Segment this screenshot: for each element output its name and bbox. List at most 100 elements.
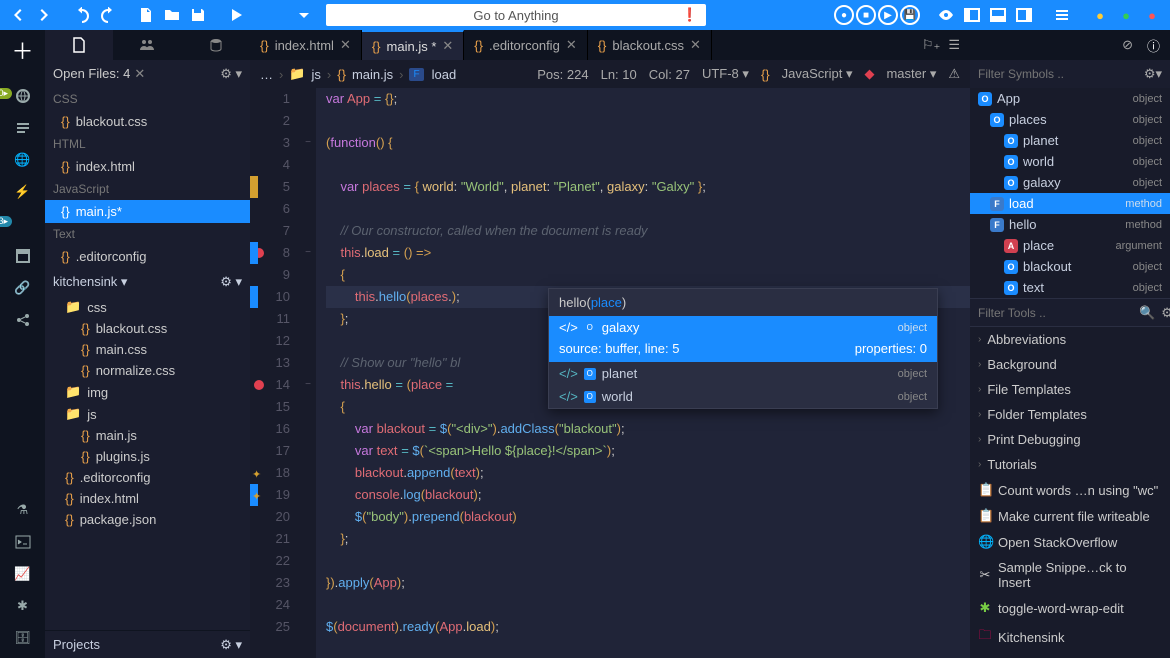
symbol-item[interactable]: Oblackoutobject xyxy=(970,256,1170,277)
undo-button[interactable] xyxy=(70,3,94,27)
symbol-item[interactable]: Oworldobject xyxy=(970,151,1170,172)
panel-bottom-icon[interactable] xyxy=(986,3,1010,27)
line-number[interactable]: 1 xyxy=(250,88,290,110)
terminal-icon[interactable] xyxy=(7,528,39,556)
symbols-tab[interactable]: ⓘ xyxy=(1147,36,1160,55)
files-tab[interactable] xyxy=(45,30,113,60)
code-line[interactable] xyxy=(326,110,970,132)
bolt-icon[interactable]: ⚡ xyxy=(7,178,39,206)
crumb-fn[interactable]: load xyxy=(432,67,457,82)
lines-icon[interactable] xyxy=(7,114,39,142)
tool-item[interactable]: ✱toggle-word-wrap-edit xyxy=(970,595,1170,621)
line-number[interactable]: 13 xyxy=(250,352,290,374)
panel-left-icon[interactable] xyxy=(960,3,984,27)
code-line[interactable]: var text = $(`<span>Hello ${place}!</spa… xyxy=(326,440,970,462)
line-number[interactable]: 9 xyxy=(250,264,290,286)
close-tab-icon[interactable]: ✕ xyxy=(442,38,453,54)
line-number[interactable]: 7 xyxy=(250,220,290,242)
eye-icon[interactable] xyxy=(934,3,958,27)
flag-icon[interactable]: ⚐₊ xyxy=(922,37,941,53)
gear-icon[interactable]: ⚙▾ xyxy=(1144,66,1162,82)
save-button[interactable] xyxy=(186,3,210,27)
autocomplete-item[interactable]: </>Ogalaxyobject xyxy=(549,316,937,339)
tool-folder[interactable]: ›Tutorials xyxy=(970,452,1170,477)
close-window-button[interactable]: ● xyxy=(1140,3,1164,27)
code-editor[interactable]: 123456789101112131415161718✦19✦202122232… xyxy=(250,88,970,658)
open-file-item[interactable]: {}blackout.css xyxy=(45,110,250,133)
code-line[interactable]: }).apply(App); xyxy=(326,572,970,594)
line-number[interactable]: 21 xyxy=(250,528,290,550)
line-number[interactable]: 6 xyxy=(250,198,290,220)
symbol-item[interactable]: Fhellomethod xyxy=(970,214,1170,235)
tool-folder[interactable]: ›Folder Templates xyxy=(970,402,1170,427)
menu-button[interactable] xyxy=(1050,3,1074,27)
code-line[interactable]: { xyxy=(326,264,970,286)
star-icon[interactable]: ✱ xyxy=(7,592,39,620)
tree-item[interactable]: {}main.css xyxy=(45,339,250,360)
people-tab[interactable] xyxy=(113,30,181,60)
tree-item[interactable]: {}normalize.css xyxy=(45,360,250,381)
line-number[interactable]: 2 xyxy=(250,110,290,132)
search-icon[interactable]: 🔍 xyxy=(1139,305,1155,321)
chart-icon[interactable]: 📈 xyxy=(7,560,39,588)
back-button[interactable] xyxy=(6,3,30,27)
tree-item[interactable]: {}index.html xyxy=(45,488,250,509)
gear-icon[interactable]: ⚙▾ xyxy=(1161,305,1170,321)
fold-toggle[interactable]: − xyxy=(300,242,316,264)
close-tab-icon[interactable]: ✕ xyxy=(690,37,701,53)
tree-item[interactable]: {}blackout.css xyxy=(45,318,250,339)
tool-item[interactable]: 📋Make current file writeable xyxy=(970,503,1170,529)
line-number[interactable]: 15 xyxy=(250,396,290,418)
play-button[interactable] xyxy=(224,3,248,27)
code-line[interactable]: this.load = () => xyxy=(326,242,970,264)
tool-item[interactable]: 🌐Open StackOverflow xyxy=(970,529,1170,555)
editor-tab[interactable]: {}blackout.css✕ xyxy=(588,30,712,60)
gear-icon[interactable]: ⚙ ▾ xyxy=(220,274,242,290)
panel-right-icon[interactable] xyxy=(1012,3,1036,27)
autocomplete-item[interactable]: </>Oworldobject xyxy=(549,385,937,408)
breakpoint-icon[interactable] xyxy=(254,380,264,390)
tool-item[interactable]: 📋Count words …n using "wc" xyxy=(970,477,1170,503)
code-line[interactable]: console.log(blackout); xyxy=(326,484,970,506)
new-file-button[interactable] xyxy=(134,3,158,27)
line-number[interactable]: 11 xyxy=(250,308,290,330)
code-line[interactable]: $(document).ready(App.load); xyxy=(326,616,970,638)
symbol-item[interactable]: OAppobject xyxy=(970,88,1170,109)
tree-item[interactable]: {}package.json xyxy=(45,509,250,530)
database-tab[interactable] xyxy=(182,30,250,60)
code-line[interactable] xyxy=(326,594,970,616)
bookmark-icon[interactable]: ✦ xyxy=(252,486,261,508)
open-file-button[interactable] xyxy=(160,3,184,27)
close-tab-icon[interactable]: ✕ xyxy=(340,37,351,53)
encoding[interactable]: UTF-8 ▾ xyxy=(702,66,749,82)
code-line[interactable]: var App = {}; xyxy=(326,88,970,110)
line-number[interactable]: 3 xyxy=(250,132,290,154)
flask-icon[interactable]: ⚗ xyxy=(7,496,39,524)
code-line[interactable]: blackout.append(text); xyxy=(326,462,970,484)
code-line[interactable] xyxy=(326,550,970,572)
close-tab-icon[interactable]: ✕ xyxy=(566,37,577,53)
line-number[interactable]: 22 xyxy=(250,550,290,572)
tool-folder[interactable]: ›Abbreviations xyxy=(970,327,1170,352)
redo-button[interactable] xyxy=(96,3,120,27)
symbol-item[interactable]: Floadmethod xyxy=(970,193,1170,214)
editor-tab[interactable]: {}main.js *✕ xyxy=(362,30,464,60)
code-line[interactable]: $("body").prepend(blackout) xyxy=(326,506,970,528)
minimize-button[interactable]: ● xyxy=(1088,3,1112,27)
goto-anything-input[interactable]: Go to Anything ❗ xyxy=(326,4,706,26)
filter-symbols-input[interactable] xyxy=(978,67,1138,81)
crumb-folder[interactable]: js xyxy=(312,67,321,82)
language[interactable]: JavaScript ▾ xyxy=(782,66,853,82)
line-number[interactable]: 14 xyxy=(250,374,290,396)
play-macro-button[interactable]: ▶ xyxy=(878,5,898,25)
code-line[interactable]: (function() { xyxy=(326,132,970,154)
new-button[interactable]: ＋ xyxy=(7,36,39,64)
symbol-item[interactable]: Oplanetobject xyxy=(970,130,1170,151)
branch[interactable]: master ▾ xyxy=(886,66,936,82)
line-number[interactable]: 20 xyxy=(250,506,290,528)
crumb-file[interactable]: main.js xyxy=(352,67,393,82)
line-number[interactable]: 12 xyxy=(250,330,290,352)
line-number[interactable]: 25 xyxy=(250,616,290,638)
open-file-item[interactable]: {}.editorconfig xyxy=(45,245,250,268)
line-number[interactable]: 17 xyxy=(250,440,290,462)
